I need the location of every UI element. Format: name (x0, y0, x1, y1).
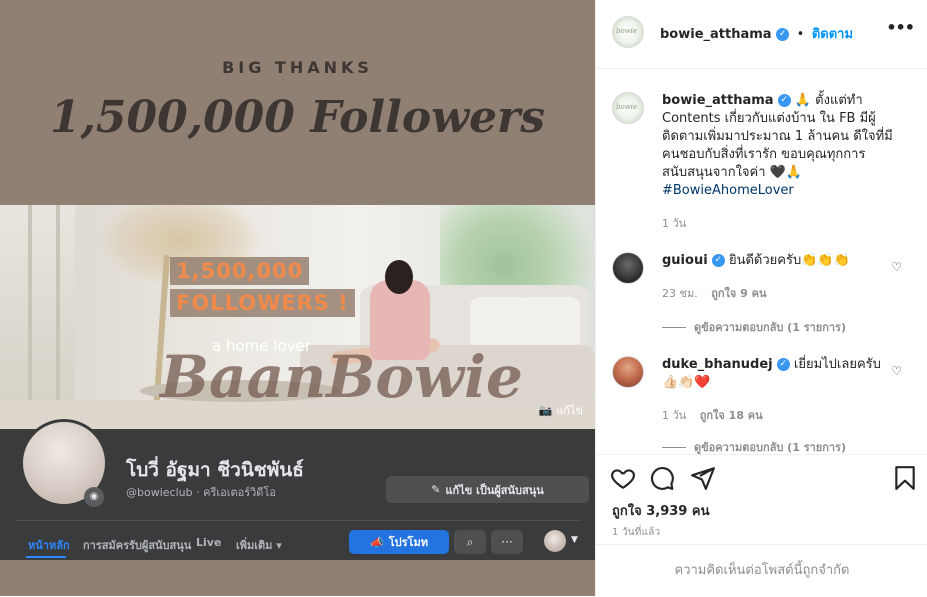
post-image[interactable]: BIG THANKS 1,500,000 Followers 1,500,000… (0, 0, 595, 596)
comment-likes[interactable]: ถูกใจ 18 คน (700, 409, 763, 422)
commenter-avatar[interactable] (612, 252, 644, 284)
follow-button[interactable]: ติดตาม (812, 27, 853, 42)
paper-plane-icon[interactable] (690, 465, 716, 491)
comments-panel[interactable]: bowie bowie_atthama ✓ 🙏 ตั้งแต่ทำ Conten… (596, 70, 927, 454)
camera-icon: 📷 (538, 403, 553, 417)
cover-person-head (385, 260, 413, 294)
fb-tab-home: หน้าหลัก (28, 539, 70, 552)
ellipsis-icon: ··· (491, 530, 523, 554)
pencil-icon: ✎ (431, 483, 441, 496)
post-caption: bowie_atthama ✓ 🙏 ตั้งแต่ทำ Contents เกี… (662, 92, 910, 200)
megaphone-icon: 📣 (370, 535, 384, 549)
comment-like-icon[interactable]: ♡ (891, 260, 902, 274)
caption-avatar[interactable]: bowie (612, 92, 644, 124)
comment-age[interactable]: 1 วัน (662, 409, 686, 422)
post-sidebar: bowie bowie_atthama ✓ • ติดตาม ••• bowie… (595, 0, 927, 596)
caption-hashtag[interactable]: #BowieAhomeLover (662, 183, 794, 198)
fb-mini-avatar (544, 530, 566, 552)
comment-text: ยินดีด้วยครับ👏👏👏 (728, 253, 850, 268)
fb-edit-label: แก้ไข เป็นผู้สนับสนุน (445, 483, 544, 497)
comment: duke_bhanudej ✓ เยี่ยมไปเลยครับ👍🏻👏🏻❤️ (662, 356, 884, 392)
comment-age[interactable]: 23 ชม. (662, 287, 698, 300)
avatar-monogram: bowie (616, 103, 638, 111)
fb-tab-more-label: เพิ่มเติม (236, 539, 273, 552)
view-replies-button[interactable]: ดูข้อความตอบกลับ (1 รายการ) (662, 318, 846, 336)
comment-username[interactable]: guioui (662, 253, 708, 268)
chevron-down-icon: ▾ (276, 539, 282, 552)
camera-icon: ◉ (84, 487, 104, 507)
cover-window-frame (56, 205, 60, 429)
view-replies-label: ดูข้อความตอบกลับ (1 รายการ) (694, 321, 846, 334)
cover-edit: 📷 แก้ไข (538, 401, 583, 419)
cover-window (0, 205, 75, 429)
cover-followers-count: 1,500,000 (170, 257, 310, 285)
post-dialog: BIG THANKS 1,500,000 Followers 1,500,000… (0, 0, 927, 596)
fb-cover-photo: 1,500,000 FOLLOWERS ! BaanBowie a home l… (0, 205, 595, 429)
verified-badge-icon: ✓ (776, 28, 790, 41)
bookmark-icon[interactable] (892, 465, 918, 491)
image-bottom-band (0, 560, 595, 596)
owner-avatar[interactable]: bowie (612, 16, 644, 48)
comments-limited-notice: ความคิดเห็นต่อโพสต์นี้ถูกจำกัด (596, 544, 927, 596)
fb-tab-subscriptions: การสมัครรับผู้สนับสนุน (83, 539, 192, 552)
fb-profile-header: ◉ โบวี่ อัฐมา ชีวนิชพันธ์ @bowieclub · ค… (0, 419, 595, 560)
fb-divider (16, 520, 581, 521)
cover-window-frame (28, 205, 32, 429)
post-actions: ถูกใจ 3,939 คน 1 วันที่แล้ว (596, 454, 927, 544)
header-separator: • (796, 27, 805, 42)
search-icon: ⌕ (454, 530, 486, 554)
fb-edit-button: ✎ แก้ไข เป็นผู้สนับสนุน (386, 476, 589, 503)
fb-promote-label: โปรโมท (388, 536, 428, 549)
verified-badge-icon: ✓ (711, 254, 725, 267)
fb-tab-active-indicator (26, 556, 66, 558)
comment: guioui ✓ ยินดีด้วยครับ👏👏👏 (662, 252, 884, 270)
post-timestamp[interactable]: 1 วันที่แล้ว (612, 525, 660, 540)
replies-line (662, 326, 686, 328)
comment-like-icon[interactable]: ♡ (891, 364, 902, 378)
fb-profile-name: โบวี่ อัฐมา ชีวนิชพันธ์ (126, 459, 304, 481)
cover-tagline: a home lover (212, 337, 311, 355)
comment-username[interactable]: duke_bhanudej (662, 357, 773, 372)
more-options-icon[interactable]: ••• (886, 18, 915, 37)
replies-line (662, 446, 686, 448)
comment-meta: 1 วัน ถูกใจ 18 คน (662, 406, 763, 424)
caption-age[interactable]: 1 วัน (662, 214, 686, 232)
fb-promote-button: 📣 โปรโมท (349, 530, 449, 554)
image-headline-main: 1,500,000 Followers (49, 92, 546, 143)
fb-tab-more: เพิ่มเติม ▾ (236, 536, 282, 554)
comment-meta: 23 ชม. ถูกใจ 9 คน (662, 284, 767, 302)
fb-profile-nav: หน้าหลัก การสมัครรับผู้สนับสนุน Live เพิ… (16, 529, 591, 558)
header-username[interactable]: bowie_atthama (660, 27, 772, 42)
likes-count[interactable]: ถูกใจ 3,939 คน (612, 500, 709, 521)
heart-icon[interactable] (610, 465, 636, 491)
avatar-monogram: bowie (616, 27, 638, 35)
header-username-row: bowie_atthama ✓ • ติดตาม (660, 23, 853, 44)
chevron-down-icon: ▼ (571, 535, 578, 545)
cover-pillow (520, 297, 580, 349)
caption-username[interactable]: bowie_atthama (662, 93, 774, 108)
fb-tab-live: Live (196, 536, 222, 549)
cover-followers-label: FOLLOWERS ! (170, 289, 355, 317)
fb-profile-handle: @bowieclub · ครีเอเตอร์วิดีโอ (126, 486, 276, 499)
post-header: bowie bowie_atthama ✓ • ติดตาม ••• (596, 0, 927, 69)
comment-likes[interactable]: ถูกใจ 9 คน (711, 287, 766, 300)
view-replies-button[interactable]: ดูข้อความตอบกลับ (1 รายการ) (662, 438, 846, 454)
commenter-avatar[interactable] (612, 356, 644, 388)
view-replies-label: ดูข้อความตอบกลับ (1 รายการ) (694, 441, 846, 454)
image-headline-top: BIG THANKS (222, 58, 373, 77)
verified-badge-icon: ✓ (777, 94, 791, 107)
cover-edit-label: แก้ไข (556, 404, 583, 417)
verified-badge-icon: ✓ (776, 358, 790, 371)
comment-bubble-icon[interactable] (649, 465, 675, 491)
